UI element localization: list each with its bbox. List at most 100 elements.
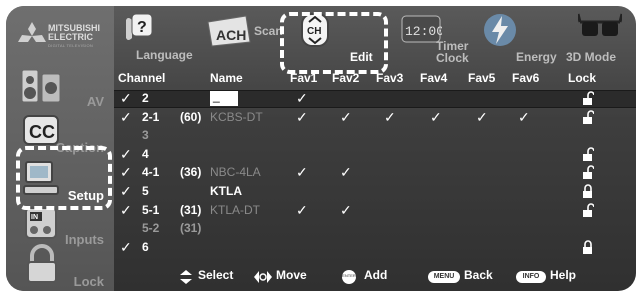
channel-table: Channel Name Fav1 Fav2 Fav3 Fav4 Fav5 Fa… [114, 68, 636, 262]
setup-highlight-frame [16, 146, 112, 210]
tab-timer-clock[interactable]: 12:00 Timer Clock [400, 12, 480, 64]
row-check[interactable]: ✓ [120, 183, 132, 200]
fav1-check[interactable]: ✓ [296, 90, 308, 107]
fav1-check[interactable]: ✓ [296, 202, 308, 219]
menu-key-icon: MENU [428, 271, 460, 283]
fav5-check[interactable]: ✓ [476, 109, 488, 126]
channel-number: 2 [142, 91, 149, 105]
tab-label: Scan [254, 24, 283, 38]
fav2-check[interactable]: ✓ [340, 164, 352, 181]
unlocked-icon[interactable] [582, 202, 594, 217]
table-row[interactable]: 5-2 (31) [114, 220, 636, 238]
sidebar: MITSUBISHI ELECTRIC DIGITAL TELEVISION A… [6, 6, 114, 291]
row-check[interactable]: ✓ [120, 202, 132, 219]
fav6-check[interactable]: ✓ [518, 109, 530, 126]
table-row[interactable]: ✓ 5-1 (31) KTLA-DT ✓ ✓ [114, 202, 636, 220]
3d-glasses-icon [578, 13, 622, 36]
svg-text:CC: CC [29, 122, 55, 142]
fav1-check[interactable]: ✓ [296, 109, 308, 126]
energy-icon [484, 14, 516, 46]
row-check[interactable]: ✓ [120, 239, 132, 256]
brand-logo: MITSUBISHI ELECTRIC DIGITAL TELEVISION [18, 18, 108, 58]
fav1-check[interactable]: ✓ [296, 164, 308, 181]
channel-name[interactable]: KTLA [210, 184, 242, 198]
name-field[interactable]: _ [210, 89, 238, 106]
channel-number: 2-1 [142, 109, 160, 124]
table-row[interactable]: ✓ 6 [114, 239, 636, 257]
hint-back: Back [464, 268, 493, 282]
tv-setup-menu: MITSUBISHI ELECTRIC DIGITAL TELEVISION A… [0, 0, 644, 296]
channel-code: (31) [180, 202, 202, 217]
tab-energy[interactable]: Energy [480, 12, 557, 64]
header-lock: Lock [568, 71, 597, 85]
language-icon: ? [126, 13, 153, 40]
mitsubishi-logo-icon [18, 22, 46, 42]
tab-label-text: Timer Clock [436, 39, 469, 65]
up-down-arrows-icon [180, 270, 192, 284]
info-key-label: INFO [522, 273, 540, 280]
header-fav3: Fav3 [376, 71, 404, 85]
header-fav2: Fav2 [332, 71, 360, 85]
channel-number: 4-1 [142, 165, 160, 180]
svg-text:IN: IN [31, 214, 38, 221]
channel-name[interactable]: KTLA-DT [210, 203, 260, 217]
channel-number: 3 [142, 128, 149, 143]
header-fav6: Fav6 [512, 71, 540, 85]
channel-number: 6 [142, 239, 149, 254]
header-fav5: Fav5 [468, 71, 496, 85]
row-check[interactable]: ✓ [120, 90, 132, 107]
hint-move: Move [276, 268, 307, 282]
menu-panel: MITSUBISHI ELECTRIC DIGITAL TELEVISION A… [6, 6, 636, 291]
channel-code: (31) [180, 221, 202, 236]
brand-tagline: DIGITAL TELEVISION [48, 43, 94, 48]
hint-help: Help [550, 268, 577, 282]
hint-add: Add [364, 268, 388, 282]
channel-name[interactable]: KCBS-DT [210, 110, 263, 124]
tab-scan[interactable]: ACH Scan [206, 12, 286, 64]
tab-bar: ? Language ACH Scan CH Edit 12:00 Timer … [114, 6, 636, 74]
unlocked-icon[interactable] [582, 165, 594, 180]
channel-number: 5-1 [142, 202, 160, 217]
menu-key-label: MENU [433, 273, 455, 280]
table-row[interactable]: ✓ 4 [114, 146, 636, 164]
left-right-arrows-icon [254, 271, 272, 283]
table-row[interactable]: ✓ 5 KTLA [114, 183, 636, 201]
inputs-icon: IN [25, 207, 57, 239]
name-field-value: _ [213, 89, 220, 103]
svg-text:12:00: 12:00 [405, 24, 442, 39]
scan-icon: ACH [207, 15, 251, 47]
channel-name[interactable]: NBC-4LA [210, 165, 261, 179]
unlocked-icon[interactable] [582, 147, 594, 161]
sidebar-item-av[interactable]: AV [12, 64, 110, 110]
enter-button-icon: ENTER [342, 270, 356, 284]
sidebar-item-label: Lock [73, 274, 104, 289]
table-row[interactable]: ✓ 2 _ ✓ [114, 89, 636, 108]
row-check[interactable]: ✓ [120, 146, 132, 163]
channel-code: (60) [180, 109, 202, 124]
fav4-check[interactable]: ✓ [430, 109, 442, 126]
channel-code: (36) [180, 165, 202, 180]
fav2-check[interactable]: ✓ [340, 109, 352, 126]
locked-icon[interactable] [582, 240, 594, 254]
edit-highlight-frame [280, 12, 388, 74]
tab-3d-mode[interactable]: 3D Mode [562, 12, 636, 64]
table-row[interactable]: 3 [114, 127, 636, 145]
table-row[interactable]: ✓ 4-1 (36) NBC-4LA ✓ ✓ [114, 164, 636, 182]
enter-key-label: ENTER [342, 273, 356, 278]
sidebar-item-lock[interactable]: Lock [12, 242, 110, 289]
table-row[interactable]: ✓ 2-1 (60) KCBS-DT ✓ ✓ ✓ ✓ ✓ ✓ [114, 109, 636, 127]
locked-icon[interactable] [582, 184, 594, 198]
tab-label: Timer Clock [436, 40, 476, 64]
tab-label: 3D Mode [566, 50, 617, 64]
fav2-check[interactable]: ✓ [340, 202, 352, 219]
fav3-check[interactable]: ✓ [384, 109, 396, 126]
row-check[interactable]: ✓ [120, 164, 132, 181]
row-check[interactable]: ✓ [120, 109, 132, 126]
unlocked-icon[interactable] [582, 91, 594, 105]
tab-label: Language [136, 48, 193, 62]
tab-label: Energy [516, 50, 557, 64]
tab-language[interactable]: ? Language [122, 12, 202, 64]
speaker-icon [21, 69, 61, 103]
control-hints: Select Move ENTER Add MENU Back INFO Hel… [114, 268, 636, 288]
unlocked-icon[interactable] [582, 109, 594, 124]
